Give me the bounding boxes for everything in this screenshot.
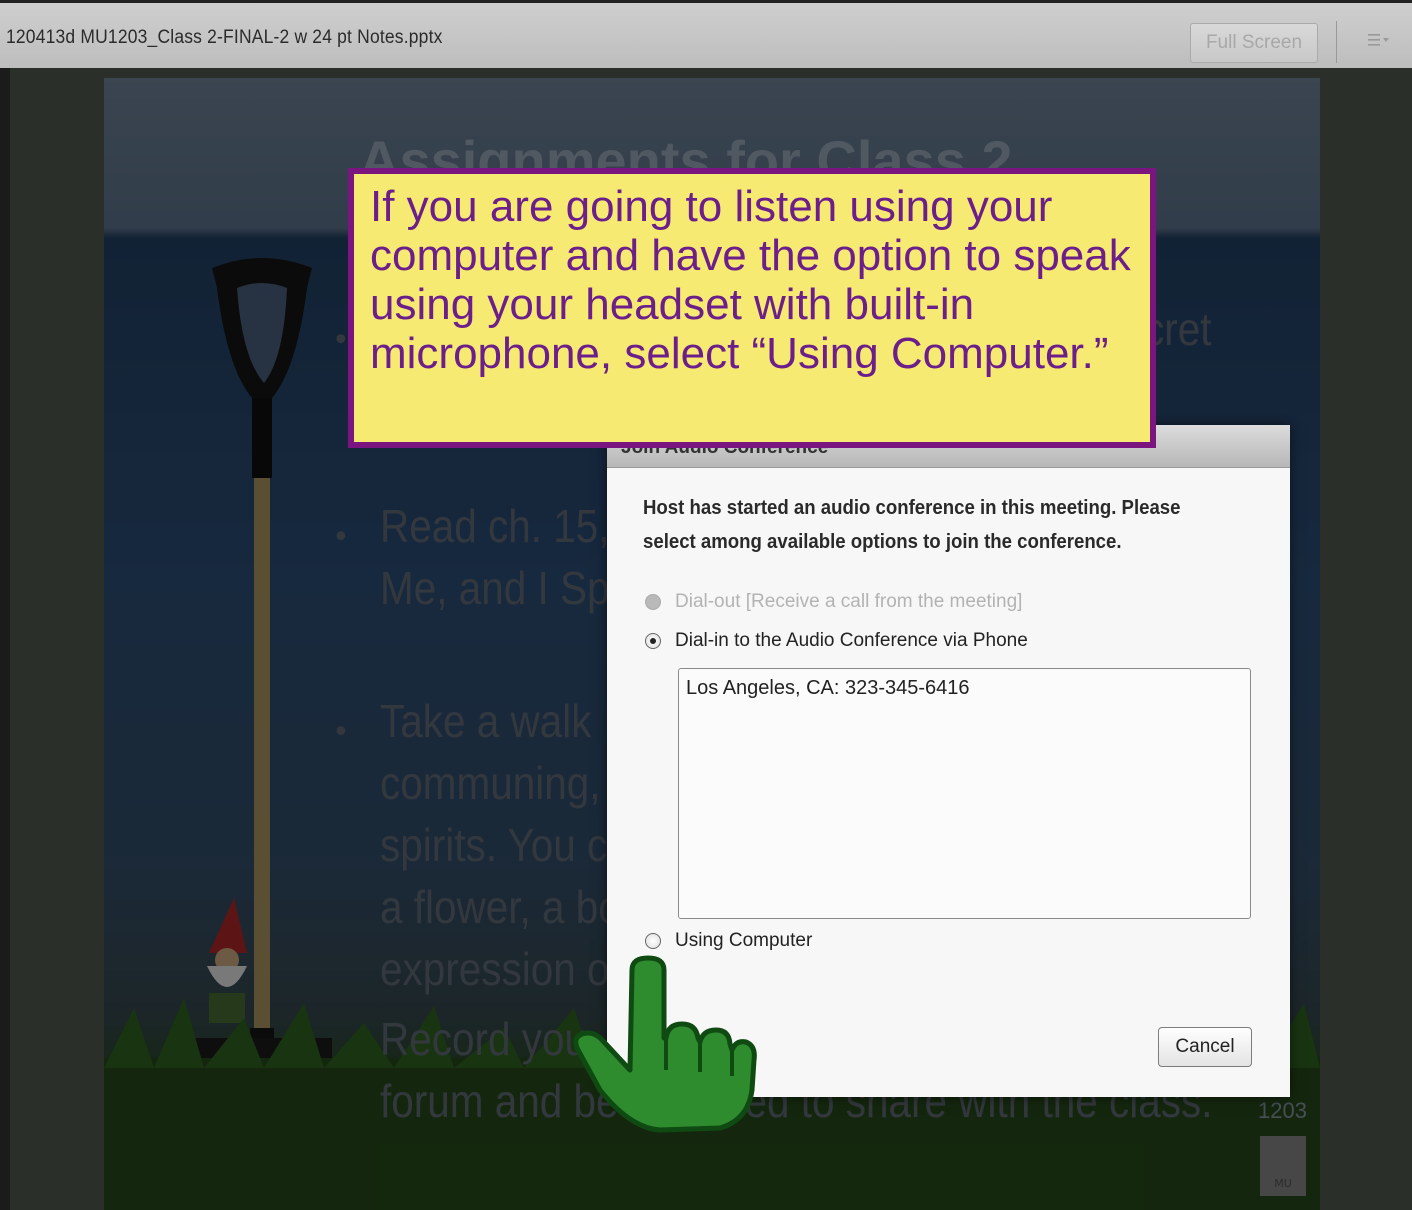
option-dial-in[interactable]: Dial-in to the Audio Conference via Phon… — [645, 630, 1028, 652]
option-dial-in-label[interactable]: Dial-in to the Audio Conference via Phon… — [675, 630, 1028, 652]
radio-using-computer[interactable] — [645, 933, 661, 949]
radio-dial-in[interactable] — [645, 633, 661, 649]
cancel-button[interactable]: Cancel — [1158, 1027, 1252, 1067]
full-screen-button[interactable]: Full Screen — [1190, 23, 1318, 63]
phone-number-box[interactable]: Los Angeles, CA: 323-345-6416 — [678, 668, 1251, 919]
dialog-message: Host has started an audio conference in … — [643, 497, 1181, 553]
radio-dial-out — [645, 594, 661, 610]
pointer-hand-icon — [573, 955, 757, 1133]
titlebar-divider — [1336, 21, 1337, 63]
window-titlebar: 120413d MU1203_Class 2-FINAL-2 w 24 pt N… — [0, 0, 1412, 68]
options-menu-icon[interactable] — [1368, 33, 1390, 49]
document-title: 120413d MU1203_Class 2-FINAL-2 w 24 pt N… — [6, 27, 443, 48]
instruction-callout: If you are going to listen using your co… — [348, 168, 1156, 448]
callout-text: If you are going to listen using your co… — [370, 182, 1131, 378]
option-using-computer[interactable]: Using Computer — [645, 930, 812, 952]
option-using-computer-label[interactable]: Using Computer — [675, 930, 812, 952]
option-dial-out-label: Dial-out [Receive a call from the meetin… — [675, 591, 1023, 612]
option-dial-out: Dial-out [Receive a call from the meetin… — [645, 591, 1022, 613]
